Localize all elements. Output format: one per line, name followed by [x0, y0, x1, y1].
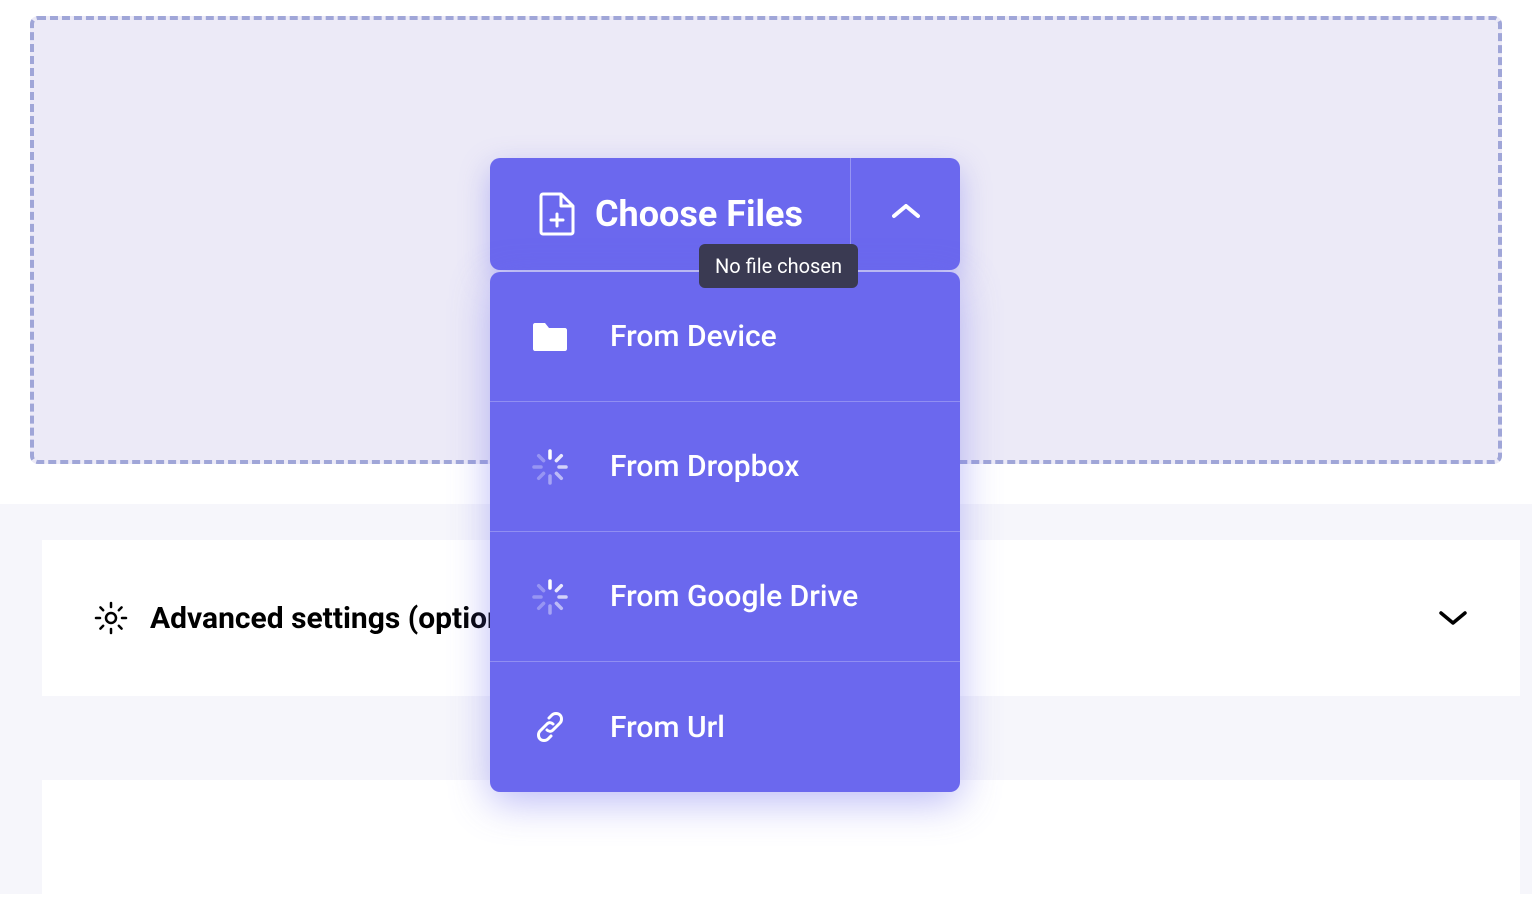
source-label: From Dropbox	[610, 449, 799, 484]
chevron-up-icon	[892, 204, 920, 224]
source-from-url[interactable]: From Url	[490, 662, 960, 792]
advanced-settings-label: Advanced settings (optional)	[150, 601, 538, 636]
toggle-sources-button[interactable]	[850, 158, 960, 270]
folder-icon	[530, 317, 570, 357]
source-from-dropbox[interactable]: From Dropbox	[490, 402, 960, 532]
file-add-icon	[537, 190, 577, 238]
file-source-picker: Choose Files No file chosen From Device	[490, 158, 960, 792]
file-status-tooltip: No file chosen	[699, 244, 858, 288]
source-from-device[interactable]: From Device	[490, 272, 960, 402]
advanced-settings-left: Advanced settings (optional)	[94, 601, 538, 636]
source-label: From Url	[610, 710, 725, 745]
source-from-google-drive[interactable]: From Google Drive	[490, 532, 960, 662]
gear-icon	[94, 601, 128, 635]
source-label: From Google Drive	[610, 579, 858, 614]
link-icon	[530, 707, 570, 747]
source-dropdown: From Device From Dropbox	[490, 272, 960, 792]
source-label: From Device	[610, 319, 777, 354]
choose-files-label: Choose Files	[595, 193, 803, 235]
spinner-icon	[530, 577, 570, 617]
spinner-icon	[530, 447, 570, 487]
bottom-panel	[42, 780, 1520, 900]
chevron-down-icon	[1438, 603, 1468, 633]
